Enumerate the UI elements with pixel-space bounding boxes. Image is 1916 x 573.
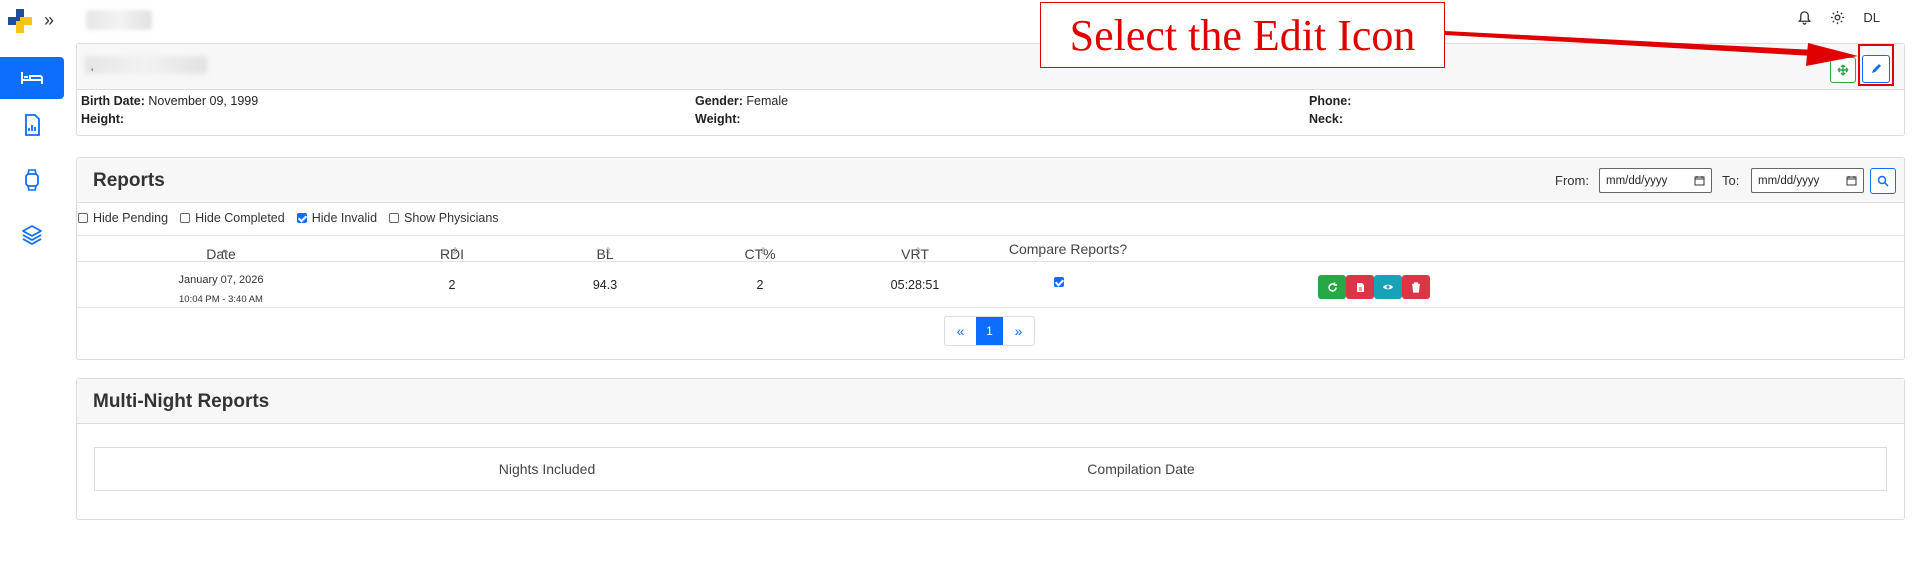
patient-card: ' Birth Date: November 09, 1999 Height: … <box>76 43 1905 136</box>
watch-icon <box>25 169 39 191</box>
column-compare: Compare Reports? <box>1008 241 1128 257</box>
hide-completed-filter[interactable]: Hide Completed <box>180 211 285 225</box>
pagination-prev[interactable]: « <box>945 317 976 345</box>
redacted-account-name <box>86 10 152 30</box>
calendar-icon[interactable] <box>1694 175 1705 186</box>
nav-item-devices[interactable] <box>0 159 64 201</box>
height-label: Height: <box>81 112 125 126</box>
neck-field: Neck: <box>1309 112 1343 126</box>
row-bl: 94.3 <box>592 278 618 292</box>
show-physicians-filter[interactable]: Show Physicians <box>389 211 499 225</box>
to-label: To: <box>1722 173 1740 188</box>
hide-completed-label: Hide Completed <box>195 211 285 225</box>
move-icon <box>1837 64 1849 76</box>
sort-icon: ⇳ <box>451 246 459 256</box>
user-initials[interactable]: DL <box>1863 10 1880 25</box>
from-date-input[interactable]: mm/dd/yyyy <box>1599 168 1712 193</box>
weight-field: Weight: <box>695 112 741 126</box>
row-date-cell: January 07, 2026 10:04 PM - 3:40 AM <box>178 271 263 309</box>
to-date-placeholder: mm/dd/yyyy <box>1758 174 1820 187</box>
row-time: 10:04 PM - 3:40 AM <box>179 294 263 305</box>
hide-pending-label: Hide Pending <box>93 211 169 225</box>
hide-invalid-checkbox[interactable] <box>296 213 307 223</box>
layers-icon <box>22 225 42 245</box>
patient-details: Birth Date: November 09, 1999 Height: Ge… <box>77 90 1904 136</box>
column-compilation-date: Compilation Date <box>1087 461 1195 477</box>
search-icon <box>1877 175 1889 187</box>
top-actions: DL <box>1797 10 1880 25</box>
height-field: Height: <box>81 112 124 126</box>
multi-night-card: Multi-Night Reports Nights Included Comp… <box>76 378 1905 520</box>
reports-title: Reports <box>93 170 165 191</box>
app-logo[interactable] <box>6 7 34 35</box>
reports-table-header: Date ⏶ RDI ⇳ BL ⇳ CT% ⇳ VRT ⇳ Compare Reports… <box>77 235 1904 262</box>
pdf-button[interactable] <box>1346 275 1374 299</box>
view-button[interactable] <box>1374 275 1402 299</box>
gender-field: Gender: Female <box>695 94 788 108</box>
hide-invalid-label: Hide Invalid <box>311 211 378 225</box>
row-vrt: 05:28:51 <box>890 278 940 292</box>
bell-icon[interactable] <box>1797 10 1812 25</box>
weight-label: Weight: <box>695 112 741 126</box>
hide-completed-checkbox[interactable] <box>180 213 191 223</box>
move-button[interactable] <box>1830 57 1856 83</box>
refresh-icon <box>1327 282 1337 292</box>
gear-icon[interactable] <box>1830 10 1845 25</box>
bed-icon <box>21 72 43 84</box>
phone-field: Phone: <box>1309 94 1351 108</box>
nav-item-beds[interactable] <box>0 57 64 99</box>
phone-label: Phone: <box>1309 94 1352 108</box>
hide-invalid-filter[interactable]: Hide Invalid <box>296 211 378 225</box>
birth-date-value: November 09, 1999 <box>148 94 259 108</box>
gender-value: Female <box>746 94 789 108</box>
trash-icon <box>1412 281 1420 293</box>
view-icon <box>1383 284 1393 290</box>
birth-date-field: Birth Date: November 09, 1999 <box>81 94 258 108</box>
hide-pending-checkbox[interactable] <box>78 213 88 223</box>
gender-label: Gender: <box>695 94 743 108</box>
hide-pending-filter[interactable]: Hide Pending <box>78 211 168 225</box>
table-row: January 07, 2026 10:04 PM - 3:40 AM 2 94… <box>77 263 1904 308</box>
multi-night-table-header: Nights Included Compilation Date <box>94 447 1887 491</box>
neck-label: Neck: <box>1309 112 1344 126</box>
sidebar: » <box>0 0 64 573</box>
reports-header: Reports From: mm/dd/yyyy To: mm/dd/yyyy <box>77 158 1904 203</box>
from-date-placeholder: mm/dd/yyyy <box>1606 174 1668 187</box>
report-filters: Hide Pending Hide Completed Hide Invalid… <box>78 211 499 225</box>
pdf-icon <box>1356 282 1364 292</box>
multi-night-header: Multi-Night Reports <box>77 379 1904 424</box>
search-button[interactable] <box>1870 168 1896 194</box>
sort-icon: ⇳ <box>759 246 767 256</box>
sort-icon: ⇳ <box>604 246 612 256</box>
row-rdi: 2 <box>448 278 456 292</box>
pagination: « 1 » <box>944 316 1035 346</box>
pagination-next[interactable]: » <box>1003 317 1034 345</box>
row-date: January 07, 2026 <box>178 274 264 286</box>
from-label: From: <box>1555 173 1589 188</box>
to-date-input[interactable]: mm/dd/yyyy <box>1751 168 1864 193</box>
show-physicians-checkbox[interactable] <box>389 213 400 223</box>
row-ct: 2 <box>756 278 764 292</box>
birth-date-label: Birth Date: <box>81 94 145 108</box>
compare-checkbox[interactable] <box>1054 277 1064 287</box>
report-icon <box>25 114 40 136</box>
sort-icon: ⇳ <box>914 246 922 256</box>
pagination-page[interactable]: 1 <box>976 317 1003 345</box>
expand-sidebar-button[interactable]: » <box>44 10 54 31</box>
multi-night-title: Multi-Night Reports <box>93 391 270 412</box>
nav-item-reports[interactable] <box>0 104 64 146</box>
redacted-patient-name <box>85 56 207 74</box>
column-nights-included: Nights Included <box>498 461 596 477</box>
sort-asc-icon: ⏶ <box>220 246 228 256</box>
delete-button[interactable] <box>1402 275 1430 299</box>
regenerate-button[interactable] <box>1318 275 1346 299</box>
calendar-icon[interactable] <box>1846 175 1857 186</box>
nav-item-layers[interactable] <box>0 214 64 256</box>
show-physicians-label: Show Physicians <box>404 211 499 225</box>
patient-name-suffix: ' <box>91 66 94 80</box>
patient-header: ' <box>77 44 1904 90</box>
annotation-callout: Select the Edit Icon <box>1040 2 1445 68</box>
annotation-highlight-box <box>1858 44 1894 86</box>
